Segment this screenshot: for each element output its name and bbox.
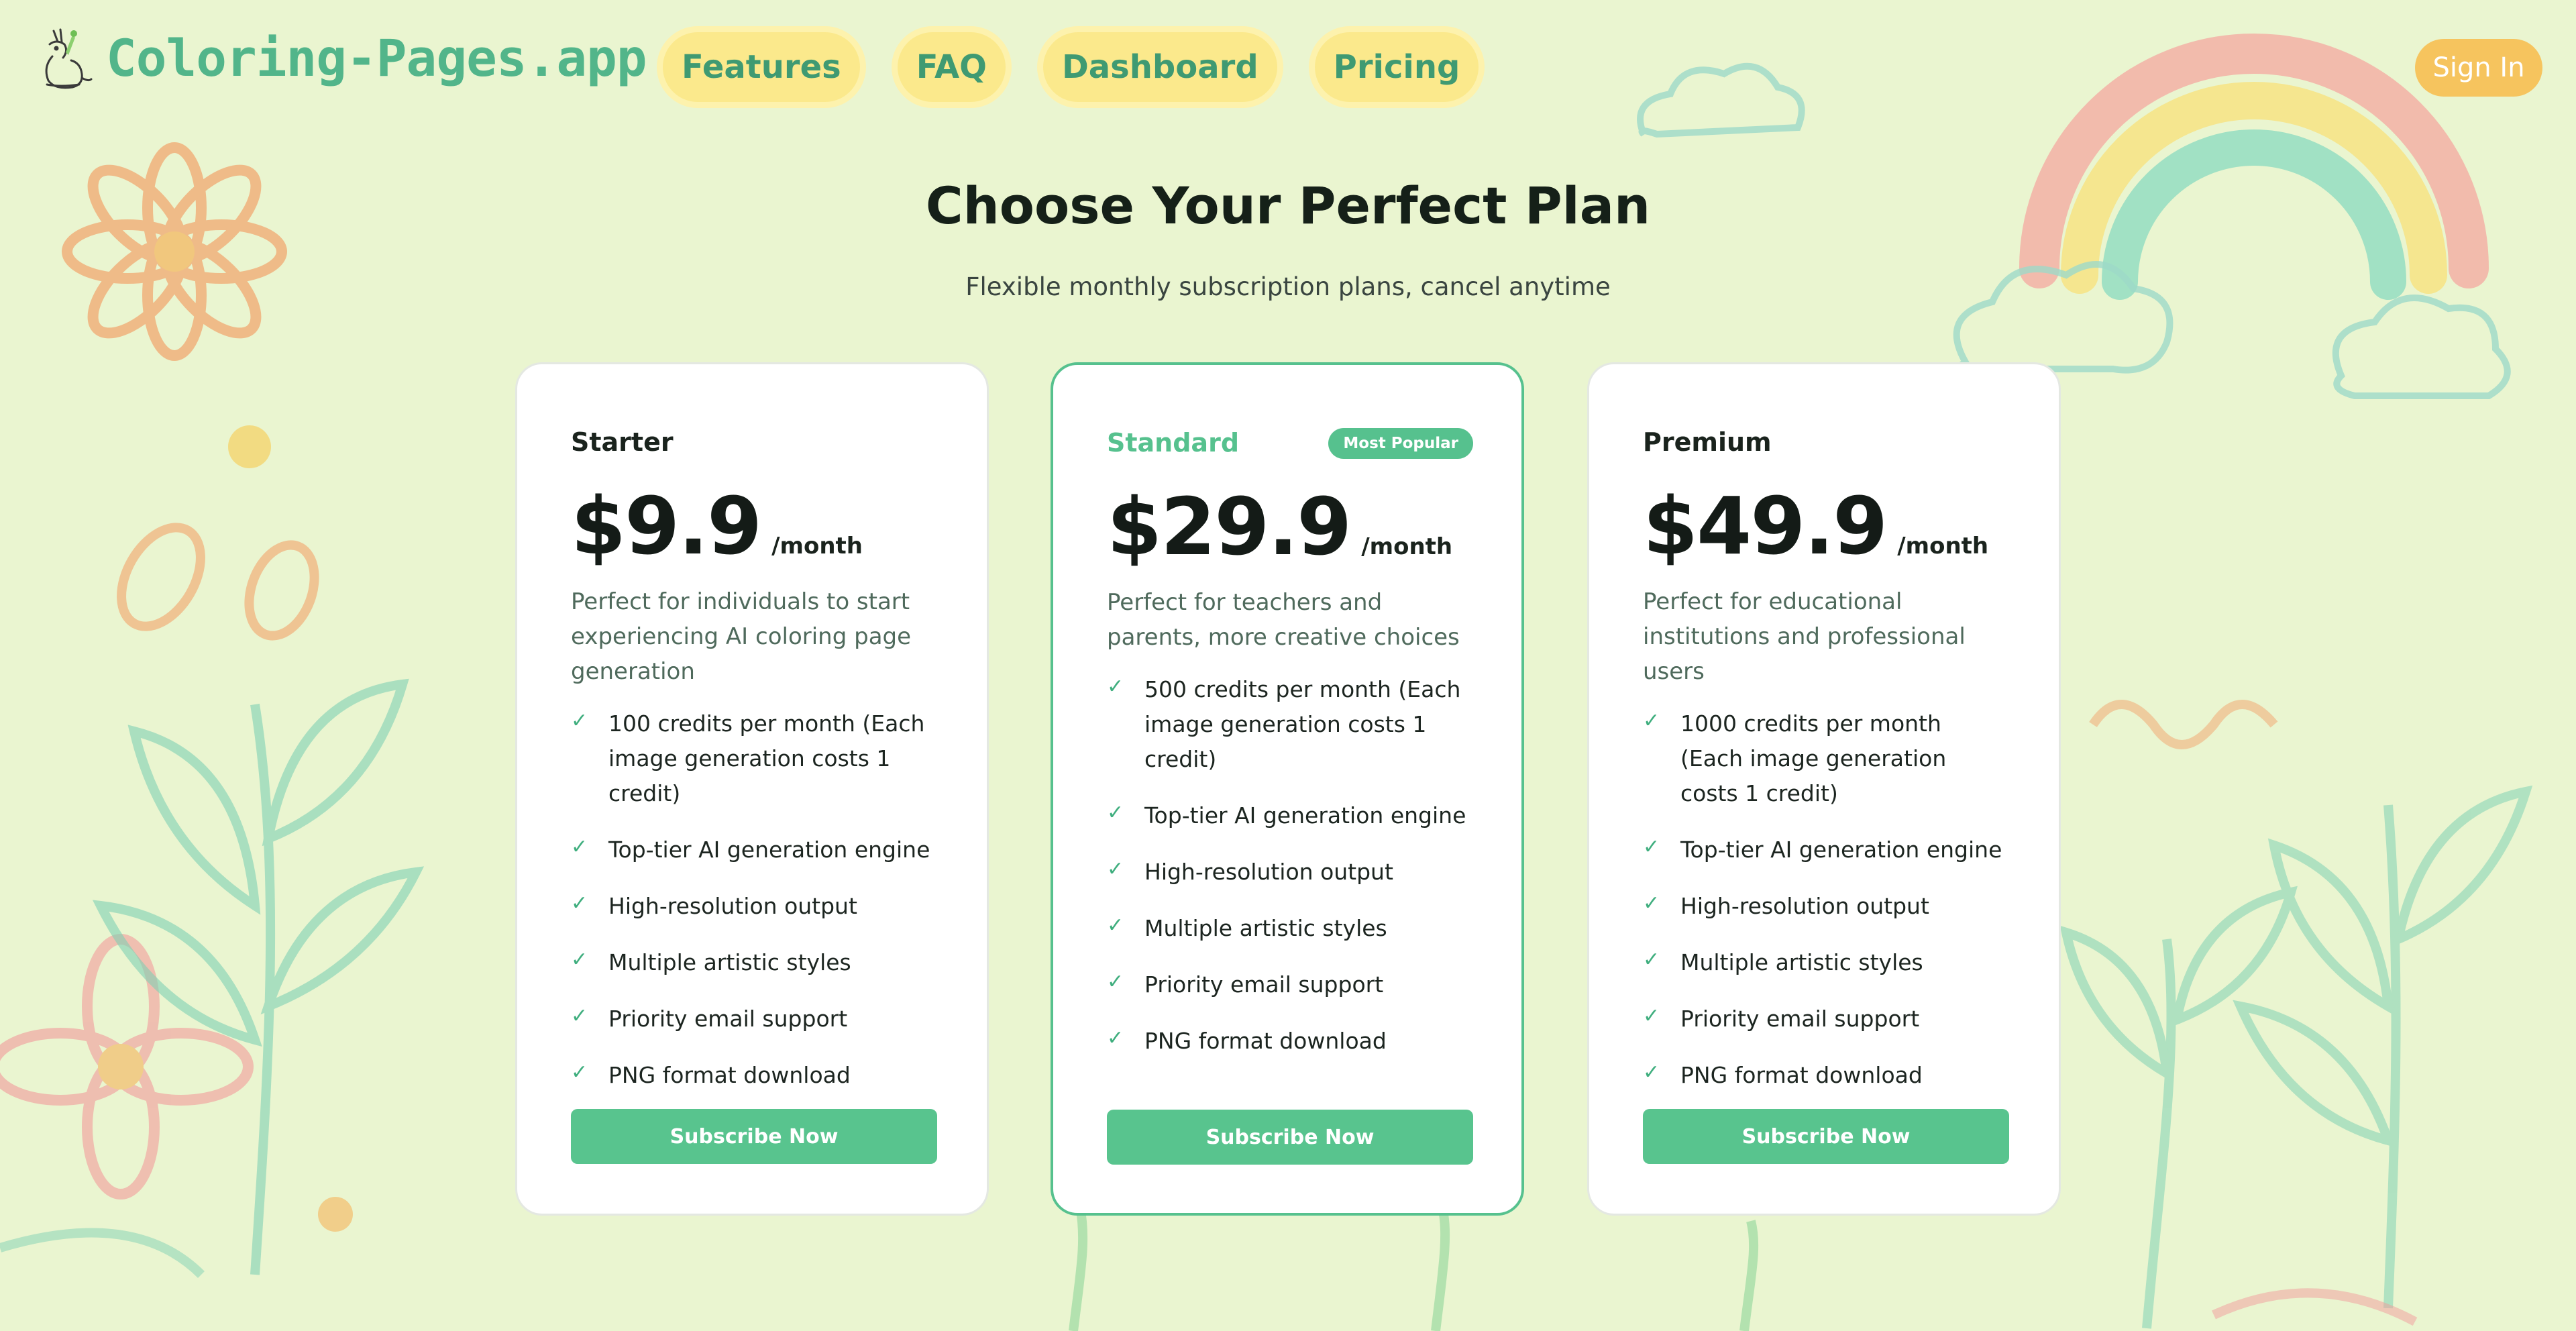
feature-text: 500 credits per month (Each image genera… [1144, 676, 1461, 772]
leaf-icon [92, 678, 425, 1275]
plan-card-starter: Starter $9.9 /month Perfect for individu… [515, 362, 989, 1216]
most-popular-badge: Most Popular [1328, 428, 1473, 459]
feature-text: Multiple artistic styles [1680, 949, 1923, 975]
check-icon: ✓ [1107, 914, 1124, 937]
feature-item: ✓ Top-tier AI generation engine [571, 833, 937, 867]
feature-item: ✓ Multiple artistic styles [1107, 911, 1473, 946]
page-title: Choose Your Perfect Plan [925, 176, 1651, 235]
plan-period: /month [1897, 533, 1989, 560]
feature-item: ✓ 500 credits per month (Each image gener… [1107, 672, 1473, 777]
feature-text: 1000 credits per month (Each image gener… [1680, 710, 1947, 806]
feature-text: Priority email support [1144, 971, 1384, 998]
feature-text: Multiple artistic styles [1144, 915, 1387, 941]
feature-text: Top-tier AI generation engine [1144, 802, 1466, 829]
plan-price: $49.9 [1643, 480, 1888, 572]
price-row: $29.9 /month [1107, 480, 1473, 573]
plan-card-standard: Standard Most Popular $29.9 /month Perfe… [1051, 362, 1524, 1216]
plan-name: Starter [571, 427, 674, 457]
check-icon: ✓ [1643, 1061, 1660, 1084]
plan-name: Premium [1643, 427, 1772, 457]
check-icon: ✓ [1643, 709, 1660, 733]
check-icon: ✓ [1643, 948, 1660, 971]
feature-item: ✓ 100 credits per month (Each image gener… [571, 706, 937, 811]
plan-period: /month [1361, 533, 1453, 560]
kangaroo-logo-icon [45, 28, 93, 89]
plan-description: Perfect for teachers and parents, more c… [1107, 589, 1460, 651]
check-icon: ✓ [1107, 801, 1124, 824]
plan-description: Perfect for educational institutions and… [1643, 588, 1966, 685]
brand-name: Coloring-Pages.app [106, 28, 647, 88]
plan-price: $29.9 [1107, 480, 1352, 573]
check-icon: ✓ [571, 1004, 588, 1028]
feature-text: Multiple artistic styles [608, 949, 851, 975]
feature-text: PNG format download [1144, 1028, 1387, 1054]
feature-item: ✓ High-resolution output [1643, 889, 2009, 924]
feature-item: ✓ High-resolution output [1107, 855, 1473, 890]
subscribe-button-starter[interactable]: Subscribe Now [571, 1109, 937, 1164]
plan-card-premium: Premium $49.9 /month Perfect for educati… [1587, 362, 2061, 1216]
feature-item: ✓ High-resolution output [571, 889, 937, 924]
price-row: $9.9 /month [571, 480, 937, 572]
feature-text: High-resolution output [1144, 859, 1393, 885]
feature-text: High-resolution output [608, 893, 857, 919]
top-navbar: Coloring-Pages.app Features FAQ Dashboar… [0, 0, 2576, 134]
feature-item: ✓ Multiple artistic styles [571, 945, 937, 980]
feature-text: Top-tier AI generation engine [1680, 837, 2002, 863]
leaf-icon [1069, 1206, 1759, 1331]
feature-item: ✓ PNG format download [571, 1058, 937, 1093]
feature-text: PNG format download [608, 1062, 851, 1088]
check-icon: ✓ [1107, 970, 1124, 994]
feature-item: ✓ 1000 credits per month (Each image gene… [1643, 706, 2009, 811]
brand-logo-link[interactable]: Coloring-Pages.app [35, 24, 647, 91]
flower-icon [0, 934, 254, 1200]
check-icon: ✓ [1107, 857, 1124, 881]
check-icon: ✓ [1107, 675, 1124, 698]
feature-list: ✓ 1000 credits per month (Each image gene… [1643, 706, 2009, 1093]
nav-dashboard[interactable]: Dashboard [1042, 32, 1277, 102]
check-icon: ✓ [571, 835, 588, 859]
check-icon: ✓ [571, 709, 588, 733]
feature-item: ✓ Multiple artistic styles [1643, 945, 2009, 980]
nav-pricing[interactable]: Pricing [1314, 32, 1479, 102]
feature-item: ✓ PNG format download [1107, 1024, 1473, 1059]
feature-text: Priority email support [1680, 1006, 1920, 1032]
subscribe-button-standard[interactable]: Subscribe Now [1107, 1110, 1473, 1165]
page-subtitle: Flexible monthly subscription plans, can… [965, 272, 1611, 301]
feature-item: ✓ PNG format download [1643, 1058, 2009, 1093]
check-icon: ✓ [1643, 1004, 1660, 1028]
feature-text: High-resolution output [1680, 893, 1929, 919]
feature-text: PNG format download [1680, 1062, 1923, 1088]
feature-item: ✓ Top-tier AI generation engine [1107, 798, 1473, 833]
check-icon: ✓ [1643, 892, 1660, 915]
nav-faq[interactable]: FAQ [897, 32, 1006, 102]
plan-period: /month [771, 533, 863, 560]
feature-text: Priority email support [608, 1006, 848, 1032]
feature-item: ✓ Top-tier AI generation engine [1643, 833, 2009, 867]
main-nav: Features FAQ Dashboard Pricing [663, 32, 1516, 102]
check-icon: ✓ [571, 948, 588, 971]
leaf-icon [2059, 785, 2533, 1329]
feature-text: 100 credits per month (Each image genera… [608, 710, 925, 806]
check-icon: ✓ [1107, 1026, 1124, 1050]
feature-text: Top-tier AI generation engine [608, 837, 930, 863]
price-row: $49.9 /month [1643, 480, 2009, 572]
nav-features[interactable]: Features [663, 32, 860, 102]
feature-item: ✓ Priority email support [1643, 1002, 2009, 1036]
subscribe-button-premium[interactable]: Subscribe Now [1643, 1109, 2009, 1164]
sign-in-button[interactable]: Sign In [2415, 39, 2542, 97]
check-icon: ✓ [1643, 835, 1660, 859]
check-icon: ✓ [571, 1061, 588, 1084]
plan-price: $9.9 [571, 480, 762, 572]
plan-description: Perfect for individuals to start experie… [571, 588, 912, 685]
feature-list: ✓ 100 credits per month (Each image gener… [571, 706, 937, 1093]
check-icon: ✓ [571, 892, 588, 915]
feature-item: ✓ Priority email support [571, 1002, 937, 1036]
feature-item: ✓ Priority email support [1107, 967, 1473, 1002]
feature-list: ✓ 500 credits per month (Each image gener… [1107, 672, 1473, 1059]
